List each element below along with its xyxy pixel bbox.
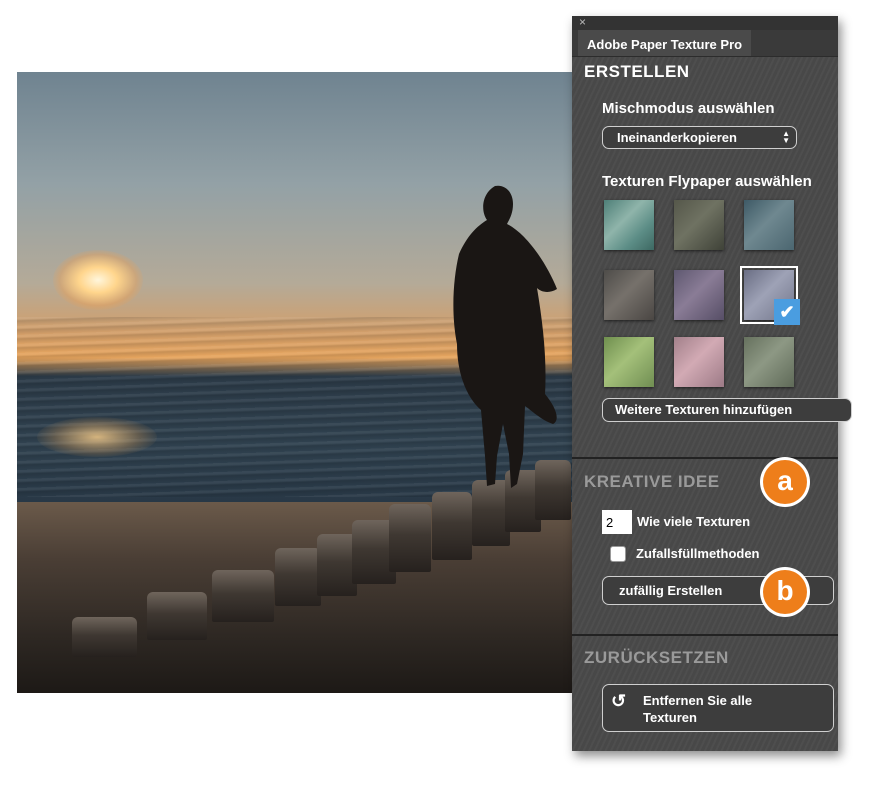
background-photo xyxy=(17,72,575,693)
texture-count-label: Wie viele Texturen xyxy=(637,514,751,529)
section-divider xyxy=(572,634,838,636)
texture-thumbnail-8[interactable] xyxy=(674,337,724,387)
add-more-textures-button[interactable]: Weitere Texturen hinzufügen xyxy=(602,398,852,422)
sun-reflection xyxy=(37,417,157,457)
wooden-post xyxy=(275,548,321,606)
select-arrows-icon: ▲ ▼ xyxy=(782,129,790,145)
texture-thumbnail-2[interactable] xyxy=(674,200,724,250)
wooden-post xyxy=(147,592,207,640)
tab-adobe-paper-texture-pro[interactable]: Adobe Paper Texture Pro xyxy=(578,30,752,56)
section-title-create: ERSTELLEN xyxy=(584,62,690,81)
remove-button-line1: Entfernen Sie alle xyxy=(643,693,753,708)
reset-icon: ↺ xyxy=(611,691,627,711)
texture-thumbnail-7[interactable] xyxy=(604,337,654,387)
random-fill-checkbox[interactable] xyxy=(610,546,626,562)
panel-titlebar: × xyxy=(572,15,838,30)
section-divider xyxy=(572,457,838,459)
close-icon[interactable]: × xyxy=(579,15,586,29)
sun xyxy=(53,250,143,310)
texture-thumbnail-1[interactable] xyxy=(604,200,654,250)
section-title-creative-idea: KREATIVE IDEE xyxy=(584,472,720,491)
textures-label: Texturen Flypaper auswählen xyxy=(602,173,812,190)
blend-mode-value: Ineinanderkopieren xyxy=(617,130,737,145)
remove-all-textures-button[interactable]: ↺ Entfernen Sie alle Texturen xyxy=(602,684,834,732)
texture-thumbnail-3[interactable] xyxy=(744,200,794,250)
blend-mode-select[interactable]: Ineinanderkopieren ▲ ▼ xyxy=(602,126,797,149)
section-title-reset: ZURÜCKSETZEN xyxy=(584,648,729,667)
panel-tabbar: Adobe Paper Texture Pro xyxy=(572,30,838,57)
texture-thumbnail-5[interactable] xyxy=(674,270,724,320)
wooden-post xyxy=(389,504,431,572)
texture-thumbnail-4[interactable] xyxy=(604,270,654,320)
wooden-post xyxy=(72,617,137,657)
texture-count-input[interactable] xyxy=(602,510,632,534)
woman-silhouette xyxy=(453,185,557,488)
paper-texture-panel: × Adobe Paper Texture Pro ERSTELLEN Misc… xyxy=(572,15,852,751)
wooden-post xyxy=(212,570,274,622)
checkmark-icon: ✔ xyxy=(774,299,800,325)
blend-mode-label: Mischmodus auswählen xyxy=(602,100,775,117)
callout-badge-b: b xyxy=(763,570,807,614)
wooden-post xyxy=(317,534,357,596)
random-fill-label: Zufallsfüllmethoden xyxy=(636,546,760,561)
texture-thumbnail-9[interactable] xyxy=(744,337,794,387)
remove-button-line2: Texturen xyxy=(643,710,697,725)
callout-badge-a: a xyxy=(763,460,807,504)
wooden-post xyxy=(432,492,472,560)
